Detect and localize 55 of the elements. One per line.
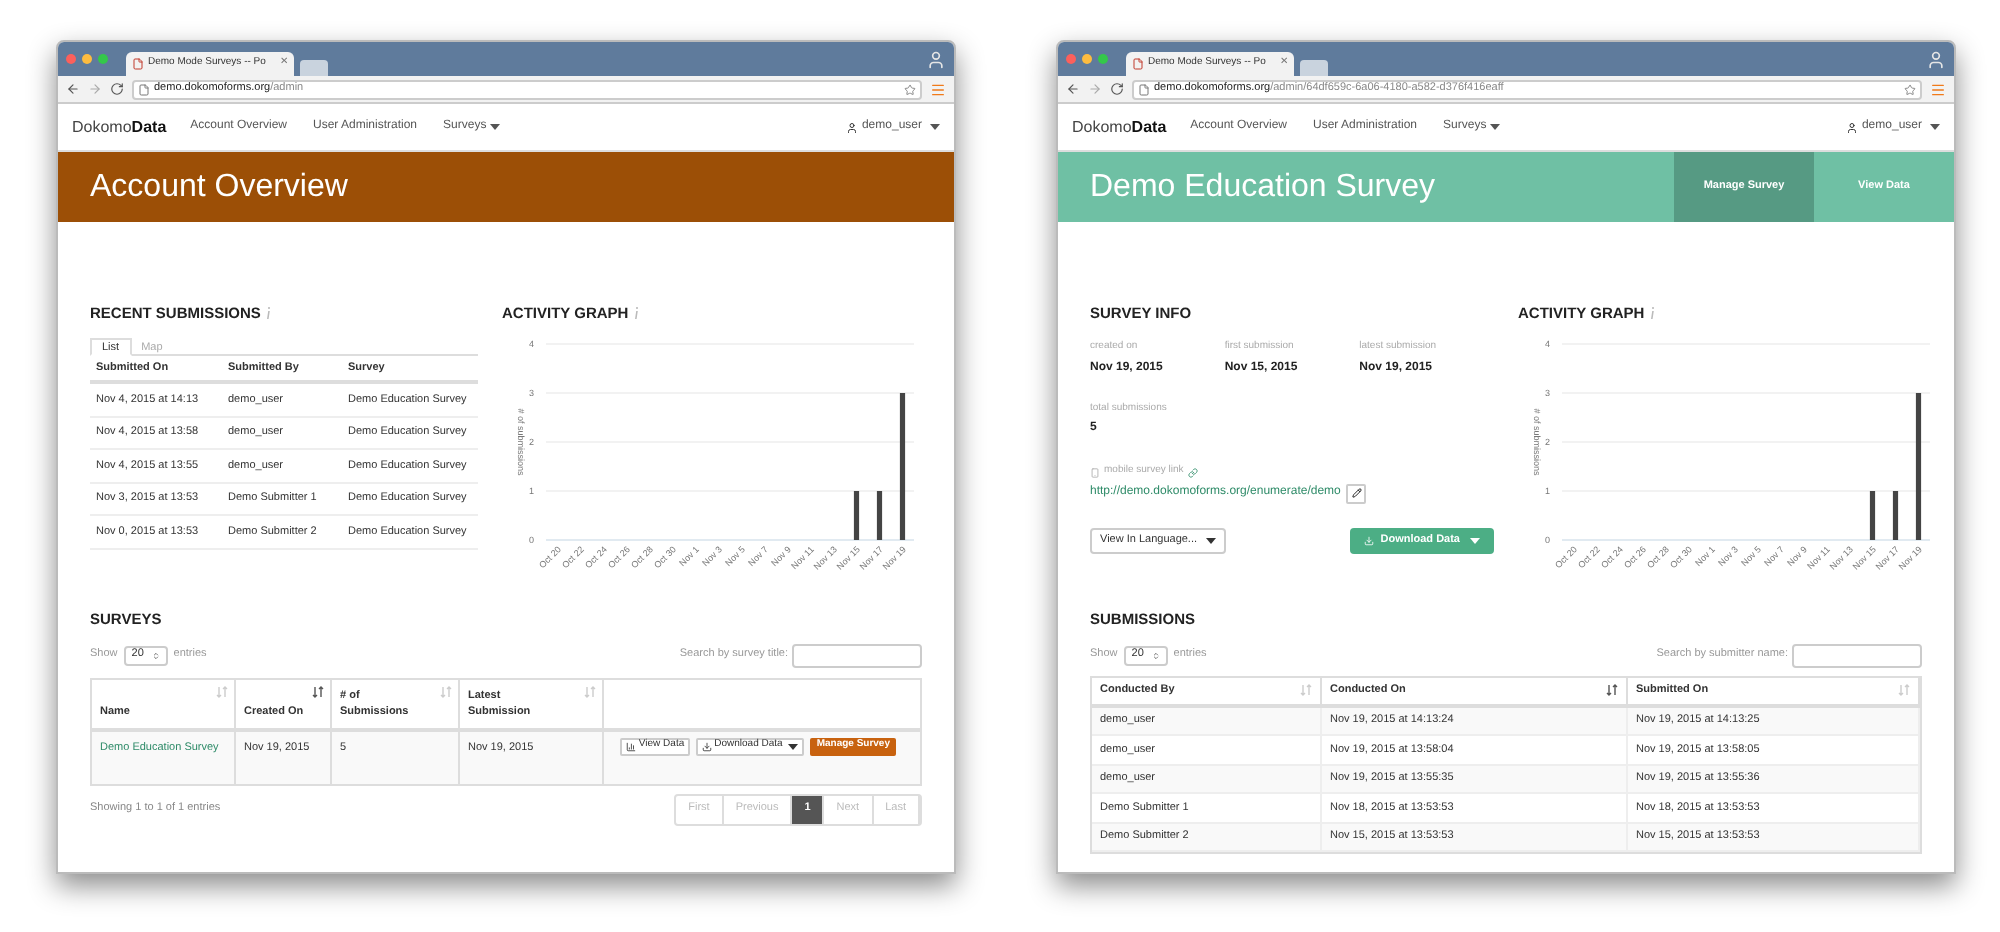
download-icon bbox=[1364, 535, 1375, 546]
back-icon[interactable] bbox=[66, 82, 80, 96]
bar-chart-icon bbox=[626, 741, 637, 751]
caret-icon bbox=[490, 124, 501, 130]
info-icon bbox=[266, 306, 273, 321]
reload-icon[interactable] bbox=[110, 82, 124, 96]
caret-icon bbox=[1205, 537, 1216, 544]
caret-icon bbox=[1470, 537, 1480, 544]
page-title: Account Overview bbox=[88, 167, 348, 207]
menu-icon[interactable] bbox=[930, 81, 946, 97]
pencil-icon bbox=[1351, 488, 1362, 499]
forward-icon[interactable] bbox=[88, 82, 102, 96]
phone-icon bbox=[1090, 467, 1100, 477]
edit-link-button[interactable] bbox=[1346, 483, 1367, 504]
link-icon bbox=[1187, 467, 1198, 477]
caret-icon bbox=[788, 743, 799, 749]
download-icon bbox=[702, 741, 713, 751]
profile-icon[interactable] bbox=[1926, 49, 1946, 69]
chart-bar bbox=[876, 491, 883, 541]
caret-icon bbox=[1490, 124, 1501, 130]
window-zoom-button[interactable] bbox=[98, 54, 108, 64]
user-icon bbox=[1845, 121, 1858, 133]
chevrons-icon bbox=[1151, 651, 1160, 659]
caret-icon bbox=[1930, 124, 1940, 130]
sort-icon[interactable] bbox=[312, 685, 324, 697]
info-icon bbox=[1650, 306, 1657, 321]
window-close-button[interactable] bbox=[1066, 54, 1076, 64]
menu-icon[interactable] bbox=[1930, 81, 1946, 97]
page-title: Demo Education Survey bbox=[1088, 167, 1436, 207]
chart-bar bbox=[853, 491, 860, 541]
chevrons-icon bbox=[151, 651, 160, 659]
search-field[interactable] bbox=[1792, 643, 1922, 667]
reload-icon[interactable] bbox=[1110, 82, 1124, 96]
sort-icon[interactable] bbox=[1606, 684, 1618, 696]
bookmark-star-icon[interactable] bbox=[904, 83, 916, 95]
page-icon bbox=[1132, 58, 1144, 70]
window-minimize-button[interactable] bbox=[82, 54, 92, 64]
page-icon bbox=[138, 83, 150, 95]
bookmark-star-icon[interactable] bbox=[1904, 83, 1916, 95]
caret-icon bbox=[930, 124, 940, 130]
chart-bar bbox=[1869, 491, 1876, 541]
window-zoom-button[interactable] bbox=[1098, 54, 1108, 64]
brand-logo: DokomoData bbox=[72, 115, 167, 139]
window-close-button[interactable] bbox=[66, 54, 76, 64]
window-minimize-button[interactable] bbox=[1082, 54, 1092, 64]
brand-logo: DokomoData bbox=[1072, 115, 1167, 139]
profile-icon[interactable] bbox=[926, 49, 946, 69]
page-icon bbox=[1138, 83, 1150, 95]
back-icon[interactable] bbox=[1066, 82, 1080, 96]
page-icon bbox=[132, 58, 144, 70]
info-icon bbox=[634, 306, 641, 321]
chart-bar bbox=[1892, 491, 1899, 541]
search-field[interactable] bbox=[792, 643, 922, 667]
user-icon bbox=[845, 121, 858, 133]
forward-icon[interactable] bbox=[1088, 82, 1102, 96]
